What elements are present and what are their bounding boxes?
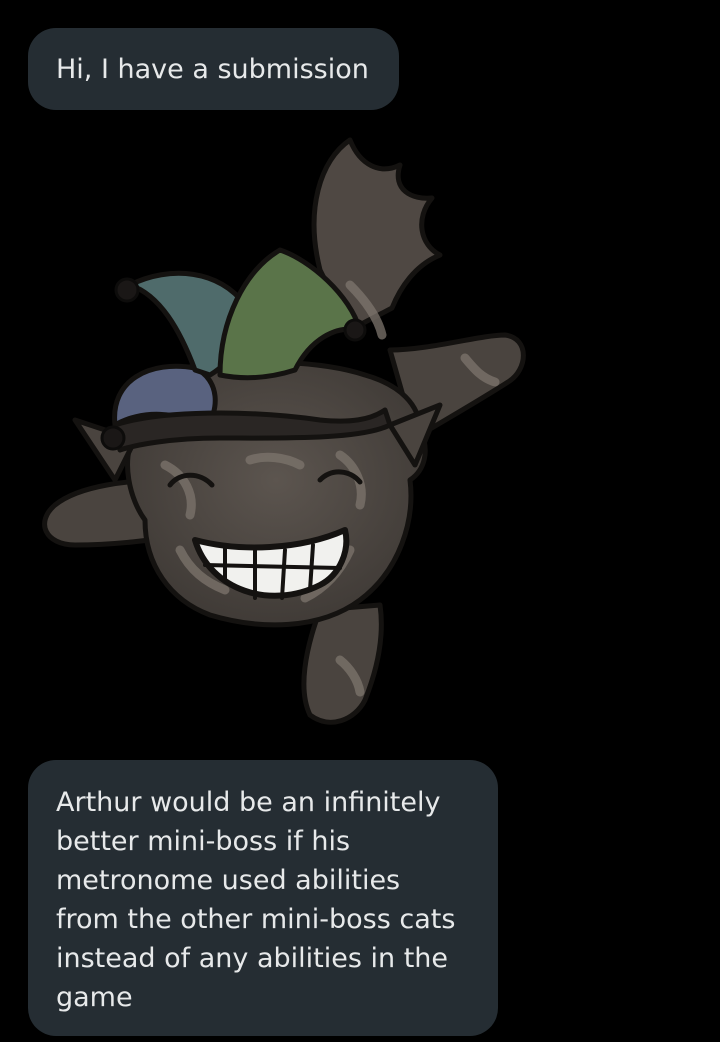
message-line: Arthur would be an infinitely [56,787,441,818]
message-bubble[interactable]: Arthur would be an infinitely better min… [28,760,498,1036]
message-bubble[interactable]: Hi, I have a submission [28,28,399,110]
message-line: metronome used abilities [56,865,401,896]
chat-thread: Hi, I have a submission Arthur would be … [0,0,720,1042]
jester-cat-sticker-icon[interactable] [20,120,560,750]
sticker-art [42,137,526,725]
message-line: from the other mini-boss cats [56,904,456,935]
message-line: better mini-boss if his [56,826,351,857]
message-line: game [56,982,133,1013]
message-line: instead of any abilities in the [56,943,449,974]
message-text: Hi, I have a submission [56,53,369,85]
